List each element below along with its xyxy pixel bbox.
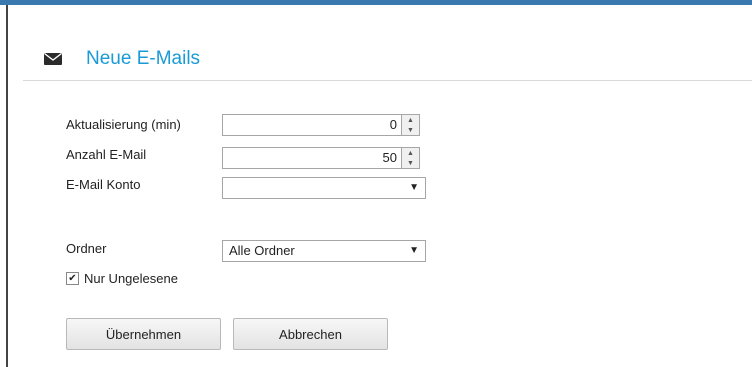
window-top-border: [0, 0, 752, 5]
decrement-icon[interactable]: ▼: [402, 125, 419, 135]
folder-select[interactable]: Alle Ordner ▼: [222, 240, 426, 262]
unread-only-label: Nur Ungelesene: [84, 271, 178, 286]
account-label: E-Mail Konto: [66, 177, 141, 192]
folder-select-value: Alle Ordner: [229, 243, 295, 258]
header-divider: [23, 80, 752, 81]
folder-label: Ordner: [66, 241, 107, 256]
panel-title: Neue E-Mails: [86, 48, 201, 69]
increment-icon[interactable]: ▲: [402, 148, 419, 158]
refresh-spin-buttons[interactable]: ▲ ▼: [401, 114, 420, 136]
refresh-stepper[interactable]: 0 ▲ ▼: [222, 114, 420, 136]
increment-icon[interactable]: ▲: [402, 115, 419, 125]
unread-only-option[interactable]: ✔ Nur Ungelesene: [66, 271, 178, 286]
mail-count-spin-buttons[interactable]: ▲ ▼: [401, 147, 420, 169]
apply-button[interactable]: Übernehmen: [66, 318, 221, 350]
account-select[interactable]: ▼: [222, 177, 426, 199]
window-left-border: [6, 5, 8, 367]
cancel-button[interactable]: Abbrechen: [233, 318, 388, 350]
refresh-input[interactable]: 0: [222, 114, 401, 136]
refresh-label: Aktualisierung (min): [66, 117, 181, 132]
mail-count-label: Anzahl E-Mail: [66, 147, 147, 162]
mail-count-input[interactable]: 50: [222, 147, 401, 169]
dropdown-arrow-icon: ▼: [409, 245, 419, 256]
panel-header: Neue E-Mails: [44, 44, 200, 74]
envelope-icon: [44, 52, 62, 66]
mail-count-stepper[interactable]: 50 ▲ ▼: [222, 147, 420, 169]
decrement-icon[interactable]: ▼: [402, 158, 419, 168]
unread-only-checkbox[interactable]: ✔: [66, 272, 79, 285]
dropdown-arrow-icon: ▼: [409, 182, 419, 193]
